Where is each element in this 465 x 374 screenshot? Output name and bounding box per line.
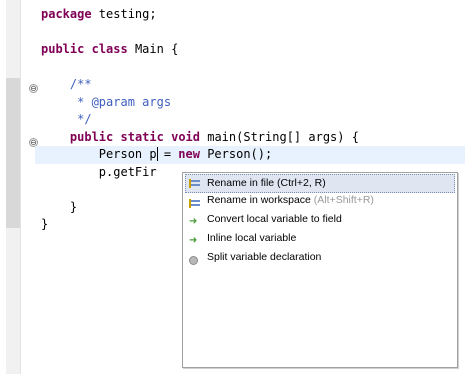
quick-assist-item[interactable]: Rename in workspace (Alt+Shift+R) [183, 194, 457, 213]
code-text: Main { [127, 42, 179, 56]
quick-assist-item-label: Inline local variable [207, 232, 297, 244]
quick-assist-item-label: Rename in workspace [207, 194, 311, 206]
code-line-current[interactable]: Person p = new Person(); [35, 146, 465, 164]
code-line[interactable]: /** [41, 76, 465, 94]
quick-assist-item[interactable]: ➜ Convert local variable to field [183, 213, 457, 232]
code-keyword: void [171, 129, 200, 144]
code-line[interactable]: */ [41, 111, 465, 129]
code-line[interactable]: package testing; [41, 6, 465, 24]
code-keyword: new [178, 147, 200, 161]
code-text: = [156, 147, 179, 161]
shortcut-hint: (Alt+Shift+R) [310, 194, 374, 206]
code-line[interactable] [41, 24, 465, 42]
java-editor[interactable]: ⊖ ⊖ package testing; public class Main { … [0, 0, 465, 374]
quick-assist-item[interactable]: Split variable declaration [183, 251, 457, 270]
overview-ruler-marker [6, 78, 20, 228]
quick-assist-item[interactable]: Rename in file (Ctrl+2, R) [185, 174, 455, 193]
code-javadoc: */ [41, 112, 92, 126]
code-line[interactable]: public static void main(String[] args) { [41, 129, 465, 147]
quick-assist-item-label: Split variable declaration [207, 251, 322, 263]
code-keyword: public [41, 42, 85, 56]
code-text: Person(); [199, 147, 273, 161]
rename-icon [189, 199, 200, 208]
code-keyword: public [69, 129, 114, 144]
code-keyword: class [91, 42, 128, 56]
code-text: main(String[] args) { [200, 129, 359, 144]
shortcut-hint: (Ctrl+2, R) [274, 177, 326, 189]
code-line[interactable]: public class Main { [41, 41, 465, 59]
code-javadoc: * @param args [41, 94, 172, 109]
code-keyword: static [120, 129, 164, 144]
code-text: } [41, 217, 49, 231]
gear-icon [189, 256, 198, 265]
code-text: testing; [91, 7, 157, 21]
quick-assist-item-label: Rename in file [207, 177, 275, 189]
code-text: Person p [41, 147, 158, 161]
code-line[interactable] [41, 59, 465, 77]
quick-assist-popup: Rename in file (Ctrl+2, R) Rename in work… [182, 172, 458, 368]
green-arrow-icon: ➜ [189, 235, 198, 246]
quick-assist-item-label: Convert local variable to field [207, 213, 342, 225]
code-text: } [41, 199, 78, 214]
quick-assist-item[interactable]: ➜ Inline local variable [183, 232, 457, 251]
code-keyword: package [41, 7, 92, 21]
code-javadoc: /** [41, 77, 92, 91]
code-line[interactable]: * @param args [41, 94, 465, 112]
code-text: p.getFir [41, 164, 157, 179]
rename-icon [189, 179, 200, 188]
fold-javadoc-icon[interactable]: ⊖ [29, 84, 38, 93]
green-arrow-icon: ➜ [189, 216, 198, 227]
